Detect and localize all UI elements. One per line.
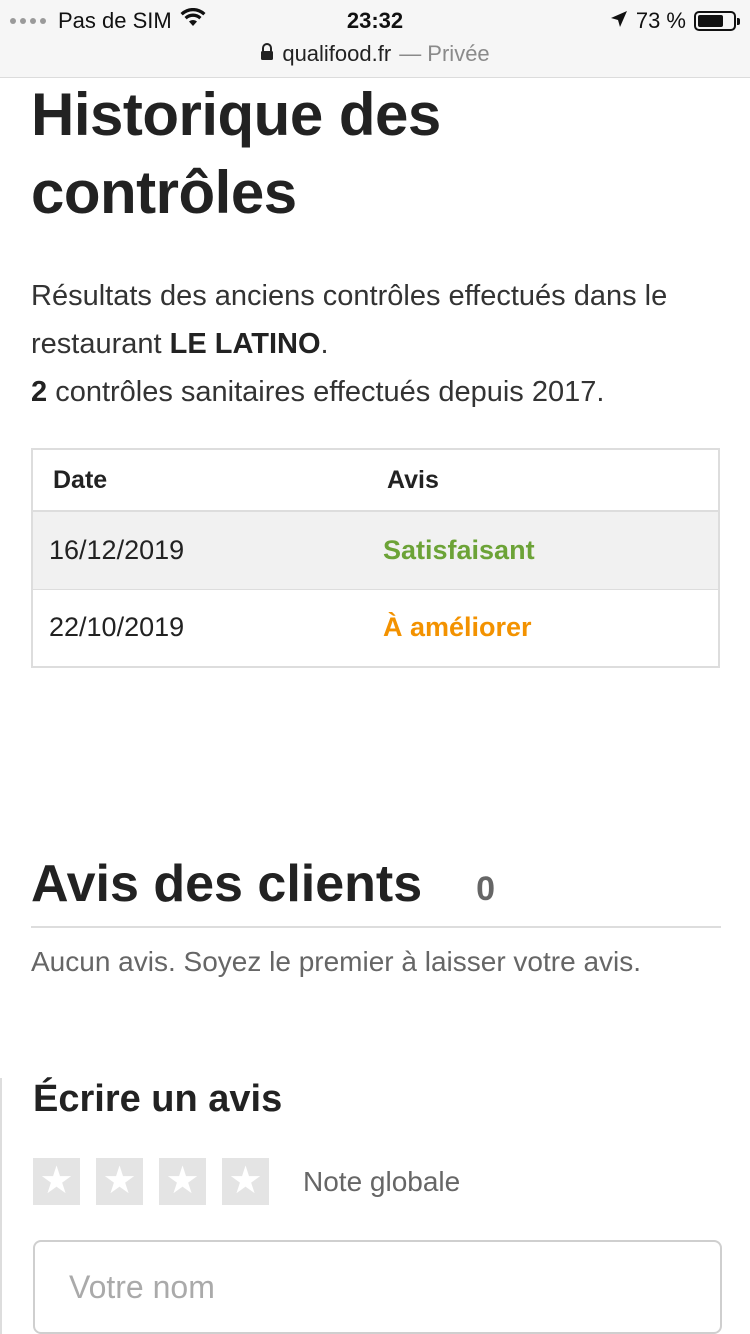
inspection-verdict: À améliorer	[367, 588, 719, 667]
intro-suffix: .	[320, 328, 329, 360]
name-input[interactable]	[33, 1240, 722, 1334]
table-row: 16/12/2019 Satisfaisant	[32, 510, 719, 589]
inspection-count-text: contrôles sanitaires effectués depuis 20…	[47, 376, 605, 408]
reviews-count-badge: 0	[476, 869, 496, 908]
column-header-date: Date	[32, 449, 367, 512]
page-title: Historique des contrôles	[31, 81, 441, 226]
rating-label: Note globale	[303, 1166, 461, 1197]
reviews-header: Avis des clients 0	[31, 842, 721, 928]
inspection-history-section: Historique des contrôles Résultats des a…	[31, 76, 721, 668]
inspection-date: 22/10/2019	[32, 588, 367, 667]
url-domain: qualifood.fr	[282, 41, 392, 66]
inspection-count: 2	[31, 376, 48, 408]
inspection-verdict: Satisfaisant	[367, 510, 719, 589]
write-review-panel: Écrire un avis ★ ★ ★ ★ Note globale	[0, 1078, 750, 1334]
intro-text: Résultats des anciens contrôles effectué…	[31, 280, 668, 360]
battery-percent: 73 %	[635, 8, 686, 33]
star-icon[interactable]: ★	[33, 1158, 80, 1205]
history-intro: Résultats des anciens contrôles effectué…	[31, 272, 721, 416]
star-rating[interactable]: ★ ★ ★ ★	[33, 1158, 269, 1205]
location-arrow-icon	[610, 8, 628, 34]
reviews-title: Avis des clients	[31, 855, 423, 913]
star-icon[interactable]: ★	[96, 1158, 143, 1205]
status-bar: Pas de SIM 23:32 73 % qualifood.fr — Pri…	[0, 0, 750, 78]
lock-icon	[260, 41, 274, 67]
restaurant-name: LE LATINO	[169, 328, 321, 360]
inspection-date: 16/12/2019	[32, 510, 367, 589]
star-icon[interactable]: ★	[222, 1158, 269, 1205]
private-mode-label: — Privée	[399, 41, 490, 66]
table-header-row: Date Avis	[32, 449, 719, 512]
write-review-title: Écrire un avis	[33, 1078, 283, 1120]
inspections-table: Date Avis 16/12/2019 Satisfaisant 22/10/…	[31, 448, 720, 668]
column-header-verdict: Avis	[367, 449, 719, 512]
star-icon[interactable]: ★	[159, 1158, 206, 1205]
url-bar[interactable]: qualifood.fr — Privée	[0, 38, 750, 70]
no-reviews-message: Aucun avis. Soyez le premier à laisser v…	[31, 946, 642, 977]
battery-icon	[694, 11, 740, 31]
battery-status: 73 %	[610, 6, 740, 36]
table-row: 22/10/2019 À améliorer	[32, 588, 719, 667]
